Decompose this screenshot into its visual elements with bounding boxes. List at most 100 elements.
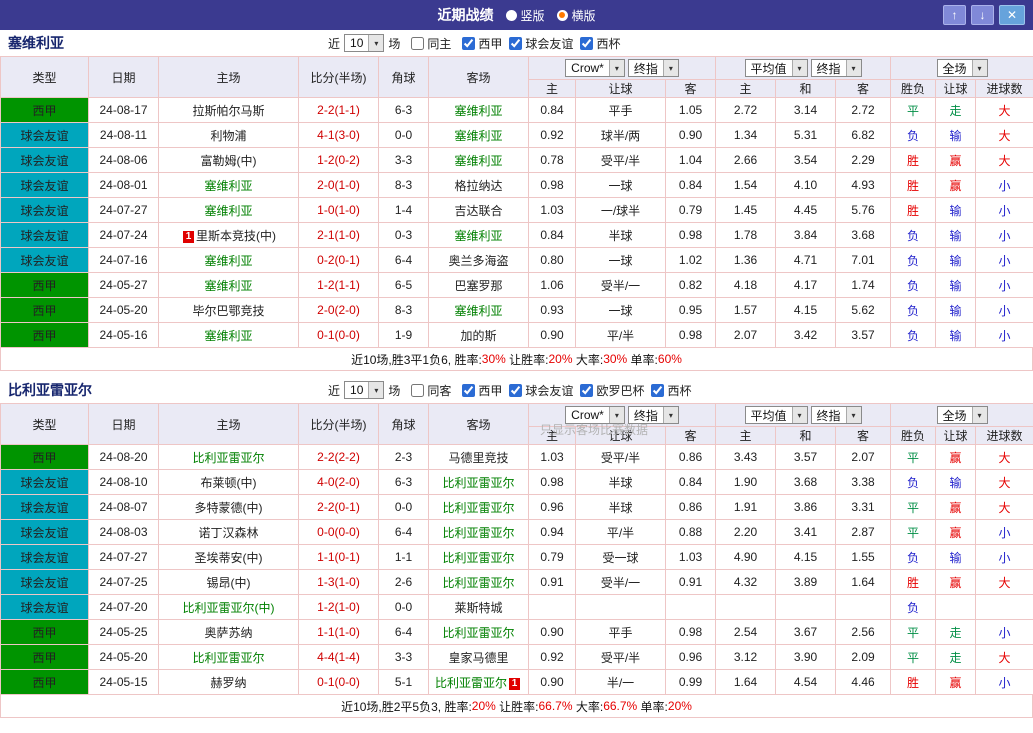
away-team-cell: 比利亚雷亚尔 xyxy=(428,519,529,545)
euro-draw-odds: 3.41 xyxy=(775,519,837,545)
league-checkbox-input[interactable] xyxy=(509,383,523,397)
handicap-result: 输 xyxy=(935,122,977,148)
away-team-name: 比利亚雷亚尔 xyxy=(442,625,515,640)
close-button[interactable]: ✕ xyxy=(999,5,1025,25)
col-home: 主场 xyxy=(158,56,299,98)
summary-record-text: 近10场,胜2平5负3, xyxy=(341,699,445,714)
league-checkbox-input[interactable] xyxy=(462,36,476,50)
page-title: 近期战绩 xyxy=(437,7,494,23)
away-team-cell: 加的斯 xyxy=(428,322,529,348)
league-checkbox-label: 西杯 xyxy=(667,383,692,398)
same-side-checkbox[interactable]: 同主 xyxy=(411,35,451,52)
league-checkbox[interactable]: 西杯 xyxy=(580,35,620,52)
euro-home-odds: 4.18 xyxy=(715,272,777,298)
asian-handicap: 平手 xyxy=(575,97,666,123)
same-side-checkbox-input[interactable] xyxy=(411,383,425,397)
league-checkbox[interactable]: 球会友谊 xyxy=(509,382,573,399)
league-checkbox[interactable]: 西杯 xyxy=(651,382,691,399)
match-type: 球会友谊 xyxy=(0,122,89,148)
match-score: 1-0(1-0) xyxy=(298,197,379,223)
recent-count-select[interactable]: 10 ▾ xyxy=(344,381,385,399)
league-checkbox[interactable]: 球会友谊 xyxy=(509,35,573,52)
asian-away-odds: 0.98 xyxy=(664,619,717,645)
euro-home-odds: 1.78 xyxy=(715,222,777,248)
league-checkbox-input[interactable] xyxy=(580,36,594,50)
move-down-button[interactable]: ↓ xyxy=(971,5,994,25)
handicap-result: 输 xyxy=(935,322,977,348)
away-team-name: 塞维利亚 xyxy=(454,228,503,243)
league-checkbox[interactable]: 欧罗巴杯 xyxy=(580,382,644,399)
league-checkbox[interactable]: 西甲 xyxy=(462,35,502,52)
results-table: 类型 日期 主场 比分(半场) 角球 客场 Crow* ▾ 终指 ▾ 平均值 ▾… xyxy=(0,56,1033,348)
match-result: 平 xyxy=(890,97,937,123)
asian-away-odds: 0.86 xyxy=(664,444,717,470)
match-date: 24-07-20 xyxy=(88,594,159,620)
recent-count-select[interactable]: 10 ▾ xyxy=(344,34,385,52)
goals-result: 大 xyxy=(975,469,1033,495)
euro-draw-odds: 4.54 xyxy=(775,669,837,695)
asian-handicap: 一球 xyxy=(575,172,666,198)
asian-bookmaker-select[interactable]: Crow* ▾ xyxy=(565,59,625,77)
same-side-checkbox[interactable]: 同客 xyxy=(411,382,451,399)
league-checkbox-input[interactable] xyxy=(580,383,594,397)
goals-result: 小 xyxy=(975,172,1033,198)
asian-bookmaker-select[interactable]: Crow* ▾ xyxy=(565,406,625,424)
euro-draw-odds: 4.10 xyxy=(775,172,837,198)
match-score: 1-2(1-1) xyxy=(298,272,379,298)
corner-score: 6-4 xyxy=(378,619,429,645)
asian-home-odds: 0.84 xyxy=(528,97,576,123)
match-date: 24-07-25 xyxy=(88,569,159,595)
goals-result: 大 xyxy=(975,147,1033,173)
radio-horizontal-layout[interactable]: 横版 xyxy=(556,7,596,24)
away-team-name: 比利亚雷亚尔 xyxy=(442,575,515,590)
filter-label-recent: 近 xyxy=(328,36,341,51)
filter-bar: 近 10 ▾ 场 同主 西甲 球会友谊 西杯 xyxy=(328,30,620,56)
asian-home-odds: 0.92 xyxy=(528,122,576,148)
same-side-checkbox-input[interactable] xyxy=(411,36,425,50)
corner-score: 0-3 xyxy=(378,222,429,248)
goals-result xyxy=(975,594,1033,620)
asian-handicap: 受一球 xyxy=(575,544,666,570)
handicap-result: 输 xyxy=(935,469,977,495)
euro-bookmaker-select[interactable]: 平均值 ▾ xyxy=(744,59,808,77)
league-checkbox-input[interactable] xyxy=(462,383,476,397)
league-checkbox[interactable]: 西甲 xyxy=(462,382,502,399)
radio-vertical-layout[interactable]: 竖版 xyxy=(505,7,545,24)
col-euro-home: 主 xyxy=(715,426,777,445)
league-checkbox-input[interactable] xyxy=(651,383,665,397)
asian-odds-time-select[interactable]: 终指 ▾ xyxy=(627,59,679,77)
corner-score: 6-3 xyxy=(378,97,429,123)
col-result: 胜负 xyxy=(890,426,937,445)
col-asian-handicap: 让球 xyxy=(575,79,666,98)
summary-stat-value: 60% xyxy=(657,352,682,366)
euro-bookmaker-select[interactable]: 平均值 ▾ xyxy=(744,406,808,424)
recent-results-window: 近期战绩 竖版 横版 ↑ ↓ ✕ 塞维利亚 近 10 ▾ 场 同主 西甲 球会友… xyxy=(0,0,1033,733)
handicap-result: 输 xyxy=(935,297,977,323)
chevron-down-icon: ▾ xyxy=(662,60,678,76)
euro-odds-time-select[interactable]: 终指 ▾ xyxy=(810,406,862,424)
match-scope-select[interactable]: 全场 ▾ xyxy=(936,59,988,77)
asian-home-odds: 0.98 xyxy=(528,469,576,495)
match-result: 负 xyxy=(890,469,937,495)
asian-away-odds: 0.88 xyxy=(664,519,717,545)
match-type: 球会友谊 xyxy=(0,569,89,595)
section-title: 塞维利亚 xyxy=(8,35,64,51)
match-result: 平 xyxy=(890,619,937,645)
league-checkbox-input[interactable] xyxy=(509,36,523,50)
asian-away-odds: 0.99 xyxy=(664,669,717,695)
euro-draw-odds: 3.86 xyxy=(775,494,837,520)
home-team-name: 比利亚雷亚尔(中) xyxy=(182,600,275,615)
match-scope-select[interactable]: 全场 ▾ xyxy=(936,406,988,424)
home-team-name: 赫罗纳 xyxy=(210,675,247,690)
home-team-cell: 比利亚雷亚尔 xyxy=(158,444,299,470)
asian-odds-time-select[interactable]: 终指 ▾ xyxy=(627,406,679,424)
home-team-cell: 塞维利亚 xyxy=(158,172,299,198)
filter-label-matches: 场 xyxy=(388,36,401,51)
euro-odds-time-select[interactable]: 终指 ▾ xyxy=(810,59,862,77)
match-date: 24-08-10 xyxy=(88,469,159,495)
move-up-button[interactable]: ↑ xyxy=(943,5,966,25)
handicap-result: 赢 xyxy=(935,444,977,470)
goals-result: 小 xyxy=(975,519,1033,545)
col-euro-draw: 和 xyxy=(775,426,837,445)
euro-away-odds: 2.72 xyxy=(835,97,892,123)
